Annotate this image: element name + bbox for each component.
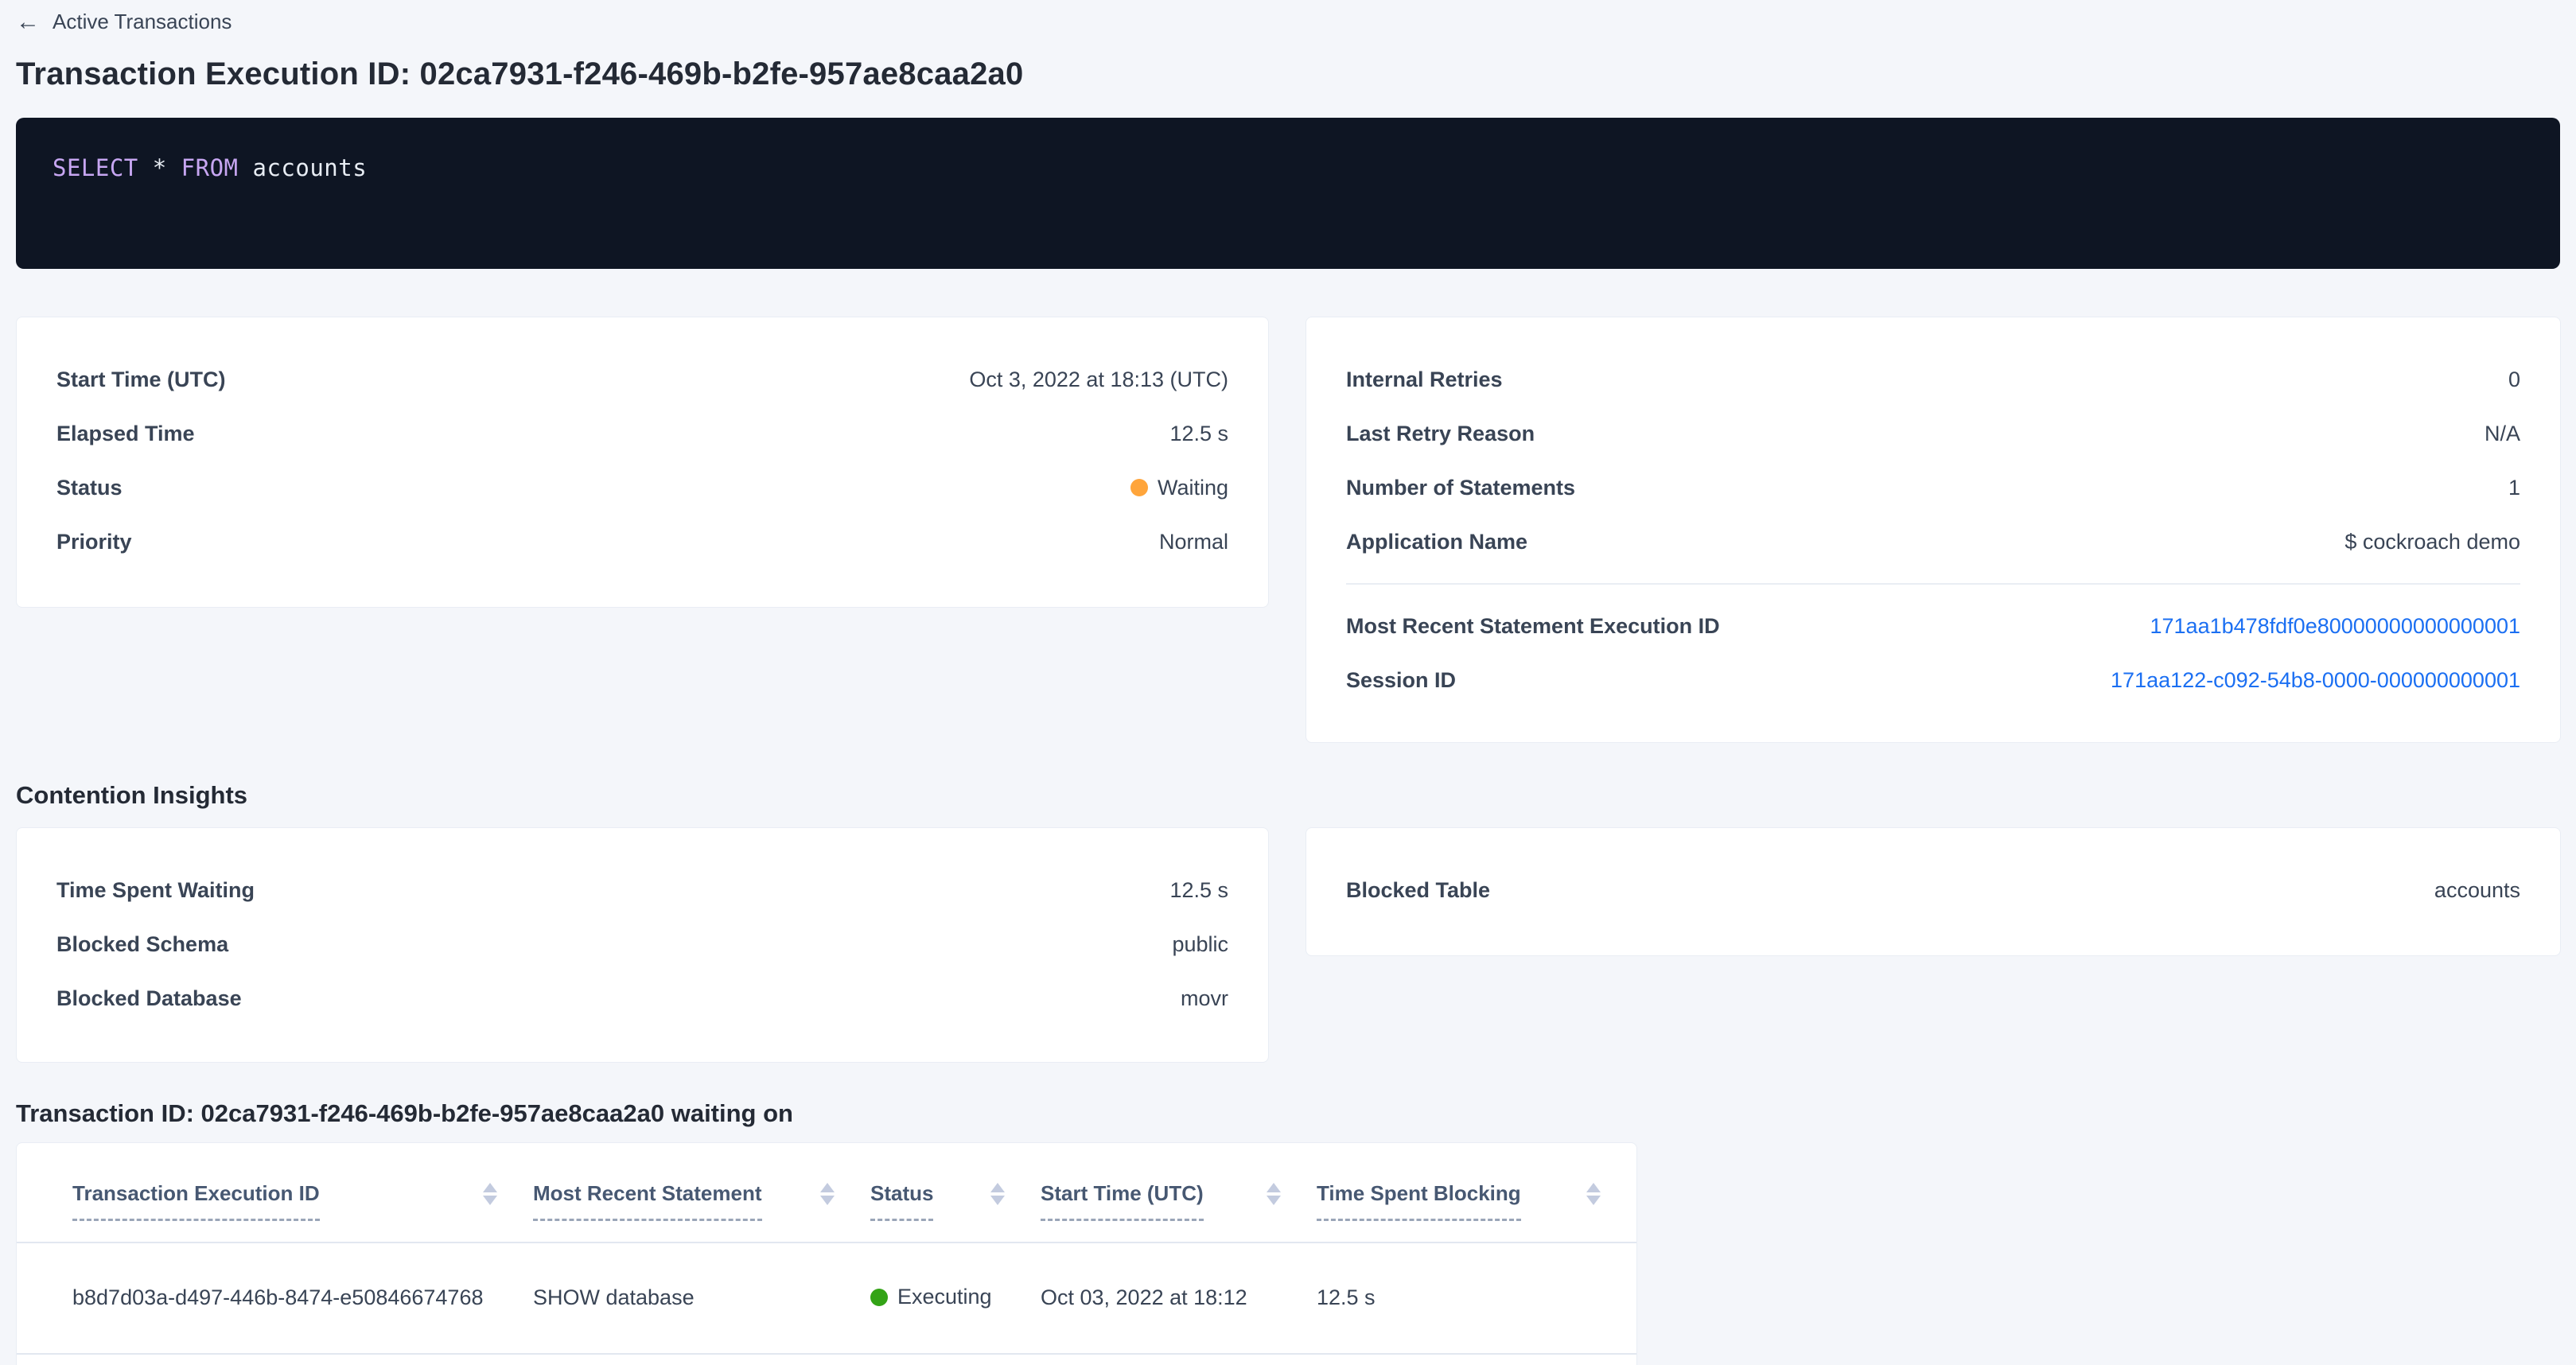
- row-value: Normal: [1159, 530, 1228, 554]
- cell-start-time: Oct 03, 2022 at 18:12: [1041, 1242, 1317, 1354]
- sql-table-name: accounts: [252, 154, 367, 181]
- cell-status: Executing: [870, 1242, 1041, 1354]
- row-time-spent-waiting: Time Spent Waiting 12.5 s: [56, 863, 1228, 917]
- cell-most-recent-statement: SHOW database: [533, 1242, 870, 1354]
- row-internal-retries: Internal Retries 0: [1346, 352, 2520, 406]
- column-header-label: Most Recent Statement: [533, 1181, 762, 1221]
- column-header-label: Start Time (UTC): [1041, 1181, 1204, 1221]
- row-start-time: Start Time (UTC) Oct 3, 2022 at 18:13 (U…: [56, 352, 1228, 406]
- column-header-label: Transaction Execution ID: [72, 1181, 320, 1221]
- sql-star: *: [153, 154, 167, 181]
- row-application-name: Application Name $ cockroach demo: [1346, 515, 2520, 569]
- status-value: Waiting: [1130, 476, 1228, 500]
- transaction-details-page: ← Active Transactions Transaction Execut…: [0, 0, 2576, 1365]
- row-most-recent-statement-execution-id: Most Recent Statement Execution ID 171aa…: [1346, 599, 2520, 653]
- row-label: Blocked Database: [56, 986, 242, 1011]
- row-label: Number of Statements: [1346, 476, 1575, 500]
- sort-icon: [990, 1183, 1005, 1205]
- statement-execution-id-link[interactable]: 171aa1b478fdf0e80000000000000001: [2150, 614, 2521, 639]
- column-header-time-spent-blocking[interactable]: Time Spent Blocking: [1317, 1143, 1636, 1242]
- column-header-label: Status: [870, 1181, 933, 1221]
- row-status: Status Waiting: [56, 461, 1228, 515]
- row-session-id: Session ID 171aa122-c092-54b8-0000-00000…: [1346, 653, 2520, 707]
- column-header-transaction-execution-id[interactable]: Transaction Execution ID: [17, 1143, 533, 1242]
- row-blocked-table: Blocked Table accounts: [1346, 863, 2520, 917]
- row-label: Last Retry Reason: [1346, 422, 1535, 446]
- row-last-retry-reason: Last Retry Reason N/A: [1346, 406, 2520, 461]
- sql-keyword-select: SELECT: [53, 154, 138, 181]
- contention-right-card: Blocked Table accounts: [1306, 827, 2561, 956]
- overview-card: Start Time (UTC) Oct 3, 2022 at 18:13 (U…: [16, 317, 1269, 608]
- sql-statement-box: SELECT * FROM accounts: [16, 118, 2560, 269]
- session-id-link[interactable]: 171aa122-c092-54b8-0000-000000000001: [2111, 668, 2520, 693]
- row-value: public: [1172, 932, 1228, 957]
- row-value: 1: [2508, 476, 2520, 500]
- card-divider: [1346, 583, 2520, 585]
- status-executing-dot-icon: [870, 1289, 888, 1306]
- waiting-on-heading: Transaction ID: 02ca7931-f246-469b-b2fe-…: [16, 1099, 2560, 1128]
- waiting-table-row: b8d7d03a-d497-446b-8474-e50846674768 SHO…: [17, 1242, 1636, 1354]
- row-label: Status: [56, 476, 123, 500]
- column-header-status[interactable]: Status: [870, 1143, 1041, 1242]
- row-blocked-database: Blocked Database movr: [56, 971, 1228, 1025]
- cell-time-spent-blocking: 12.5 s: [1317, 1242, 1636, 1354]
- row-label: Session ID: [1346, 668, 1456, 693]
- row-number-of-statements: Number of Statements 1: [1346, 461, 2520, 515]
- cell-transaction-execution-id: b8d7d03a-d497-446b-8474-e50846674768: [17, 1242, 533, 1354]
- row-label: Priority: [56, 530, 132, 554]
- row-blocked-schema: Blocked Schema public: [56, 917, 1228, 971]
- row-value: 12.5 s: [1169, 422, 1228, 446]
- row-value: N/A: [2485, 422, 2520, 446]
- row-elapsed-time: Elapsed Time 12.5 s: [56, 406, 1228, 461]
- details-card: Internal Retries 0 Last Retry Reason N/A…: [1306, 317, 2561, 743]
- page-title: Transaction Execution ID: 02ca7931-f246-…: [16, 56, 2560, 92]
- column-header-start-time[interactable]: Start Time (UTC): [1041, 1143, 1317, 1242]
- row-label: Blocked Schema: [56, 932, 228, 957]
- sql-keyword-from: FROM: [181, 154, 239, 181]
- summary-cards-row: Start Time (UTC) Oct 3, 2022 at 18:13 (U…: [16, 317, 2560, 743]
- back-link-active-transactions[interactable]: ← Active Transactions: [16, 10, 232, 34]
- back-arrow-icon: ←: [16, 10, 40, 34]
- status-text: Waiting: [1158, 476, 1228, 500]
- row-value: accounts: [2434, 878, 2520, 903]
- sort-icon: [820, 1183, 835, 1205]
- contention-cards-row: Time Spent Waiting 12.5 s Blocked Schema…: [16, 827, 2560, 1063]
- waiting-on-table: Transaction Execution ID Most Recent Sta…: [17, 1143, 1636, 1355]
- row-label: Most Recent Statement Execution ID: [1346, 614, 1720, 639]
- row-label: Application Name: [1346, 530, 1527, 554]
- sql-statement: SELECT * FROM accounts: [53, 154, 367, 181]
- waiting-table-header-row: Transaction Execution ID Most Recent Sta…: [17, 1143, 1636, 1242]
- row-value: $ cockroach demo: [2344, 530, 2520, 554]
- status-text: Executing: [897, 1285, 992, 1309]
- sort-icon: [1267, 1183, 1281, 1205]
- row-label: Start Time (UTC): [56, 368, 226, 392]
- sort-icon: [1586, 1183, 1601, 1205]
- row-value: 12.5 s: [1169, 878, 1228, 903]
- row-label: Elapsed Time: [56, 422, 195, 446]
- status-waiting-dot-icon: [1130, 479, 1148, 496]
- column-header-most-recent-statement[interactable]: Most Recent Statement: [533, 1143, 870, 1242]
- column-header-label: Time Spent Blocking: [1317, 1181, 1521, 1221]
- row-label: Blocked Table: [1346, 878, 1490, 903]
- contention-insights-heading: Contention Insights: [16, 781, 2560, 810]
- sort-icon: [483, 1183, 497, 1205]
- row-value: 0: [2508, 368, 2520, 392]
- row-label: Time Spent Waiting: [56, 878, 255, 903]
- row-label: Internal Retries: [1346, 368, 1503, 392]
- waiting-on-table-card: Transaction Execution ID Most Recent Sta…: [16, 1142, 1637, 1365]
- row-priority: Priority Normal: [56, 515, 1228, 569]
- contention-left-card: Time Spent Waiting 12.5 s Blocked Schema…: [16, 827, 1269, 1063]
- row-value: Oct 3, 2022 at 18:13 (UTC): [969, 368, 1228, 392]
- back-link-label: Active Transactions: [53, 10, 232, 34]
- row-value: movr: [1181, 986, 1228, 1011]
